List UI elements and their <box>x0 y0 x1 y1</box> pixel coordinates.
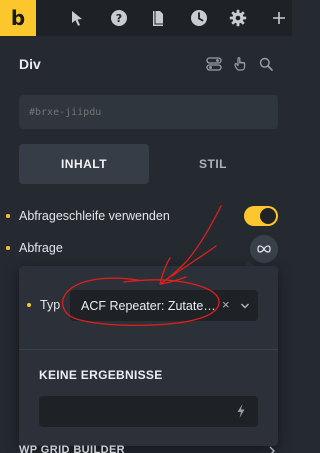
element-title: Div <box>19 56 41 72</box>
query-loop-button[interactable] <box>250 235 278 263</box>
css-id-input[interactable] <box>19 95 278 129</box>
toggle-knob <box>260 208 276 224</box>
modified-indicator <box>6 246 10 250</box>
query-type-value: ACF Repeater: Zutate… <box>81 298 216 313</box>
tab-content[interactable]: INHALT <box>19 144 149 184</box>
top-toolbar: b ? <box>0 0 292 36</box>
query-label: Abfrage <box>19 241 63 255</box>
modified-indicator <box>27 303 31 307</box>
settings-icon[interactable] <box>227 7 249 29</box>
clear-icon[interactable]: × <box>222 297 230 312</box>
query-type-row: Typ <box>27 295 60 315</box>
use-query-loop-toggle[interactable] <box>244 206 278 226</box>
query-type-label: Typ <box>40 298 61 312</box>
help-icon[interactable]: ? <box>108 7 130 29</box>
query-row: Abfrage <box>6 238 63 258</box>
chevron-right-icon[interactable] <box>268 443 276 453</box>
section-heading-wp-grid-builder[interactable]: WP GRID BUILDER <box>19 444 125 453</box>
bricks-logo[interactable]: b <box>0 0 36 36</box>
add-icon[interactable] <box>268 7 290 29</box>
svg-text:?: ? <box>116 12 122 25</box>
no-results-heading: KEINE ERGEBNISSE <box>39 368 163 382</box>
query-type-select[interactable]: ACF Repeater: Zutate… × <box>70 290 258 321</box>
popup-divider <box>19 349 278 350</box>
infinity-icon <box>257 240 271 258</box>
tab-style[interactable]: STIL <box>148 144 278 184</box>
hand-pointer-icon[interactable] <box>231 55 249 73</box>
search-icon[interactable] <box>257 55 275 73</box>
modified-indicator <box>6 214 10 218</box>
bolt-icon[interactable] <box>236 403 246 424</box>
use-query-loop-label: Abfrageschleife verwenden <box>19 209 170 223</box>
cursor-icon[interactable] <box>66 7 88 29</box>
use-query-loop-row: Abfrageschleife verwenden <box>6 206 170 226</box>
chevron-down-icon[interactable] <box>240 299 250 313</box>
toggle-settings-icon[interactable] <box>205 55 223 73</box>
history-icon[interactable] <box>188 7 210 29</box>
dynamic-data-input[interactable] <box>39 396 258 427</box>
pages-icon[interactable] <box>147 7 169 29</box>
